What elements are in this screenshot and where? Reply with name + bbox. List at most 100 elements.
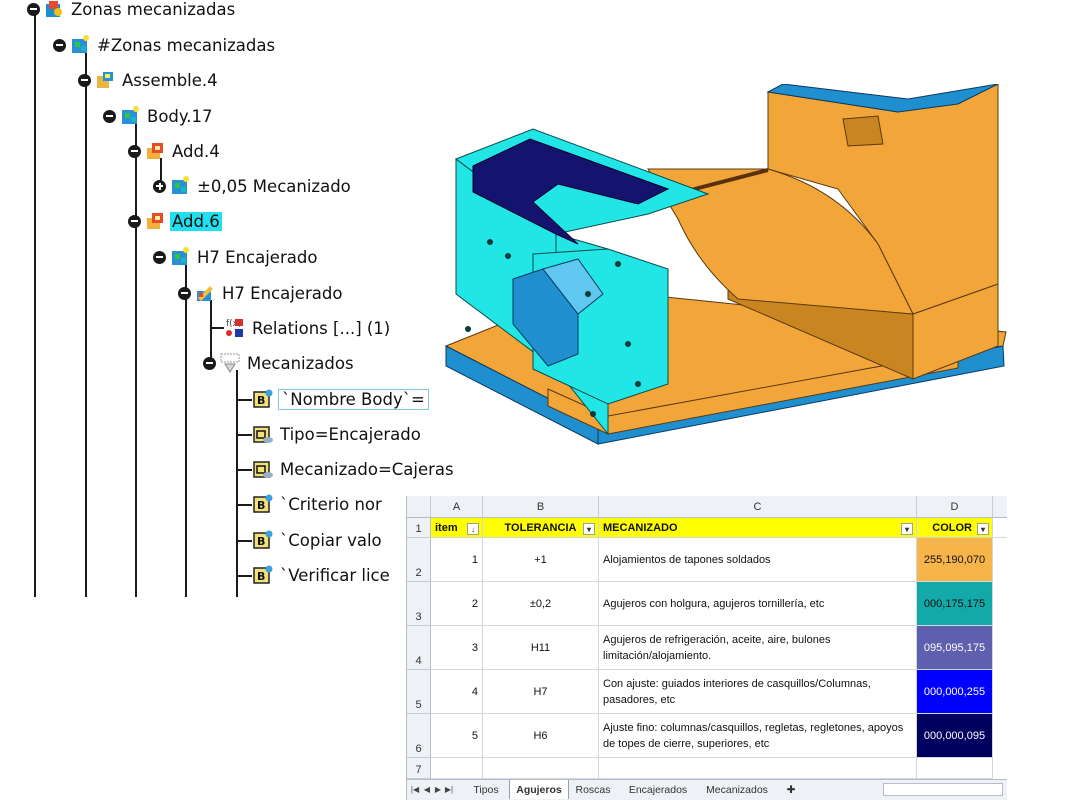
tree-connector: [185, 263, 187, 597]
tree-connector: [135, 122, 137, 597]
filter-dropdown-icon[interactable]: ▾: [977, 523, 989, 535]
tree-node-zonas-mecanizadas-body[interactable]: #Zonas mecanizadas: [53, 33, 277, 57]
horizontal-scrollbar[interactable]: [883, 783, 1003, 796]
tree-node-mecanizados[interactable]: Mecanizados: [203, 351, 356, 375]
parameter-verificar[interactable]: B `Verificar lice: [252, 563, 392, 587]
tree-node-h7-encajerado-feature[interactable]: H7 Encajerado: [178, 281, 344, 305]
parameter-criterio[interactable]: B `Criterio nor: [252, 492, 384, 516]
3d-part-viewport[interactable]: [438, 84, 1008, 484]
tab-tipos[interactable]: Tipos: [465, 780, 507, 799]
tree-node-body-17[interactable]: Body.17: [103, 104, 215, 128]
cell-color[interactable]: 000,000,095: [917, 714, 993, 758]
tree-node-label: `Nombre Body`=: [278, 388, 429, 410]
collapse-toggle[interactable]: [128, 214, 141, 228]
row-header-2[interactable]: 2: [407, 538, 431, 582]
tab-roscas[interactable]: Roscas: [569, 780, 617, 799]
header-cell-mecanizado[interactable]: MECANIZADO ▾: [599, 518, 917, 538]
cell-mecanizado[interactable]: Agujeros de refrigeración, aceite, aire,…: [599, 626, 917, 670]
prev-sheet-icon[interactable]: ◀: [422, 783, 432, 796]
cell-color[interactable]: 000,175,175: [917, 582, 993, 626]
tree-node-005-mecanizado[interactable]: ±0,05 Mecanizado: [153, 174, 353, 198]
tree-node-add-6[interactable]: Add.6: [128, 209, 222, 233]
cell-item[interactable]: 4: [431, 670, 483, 714]
empty-cell[interactable]: [483, 758, 599, 779]
cell-item[interactable]: 1: [431, 538, 483, 582]
tree-node-label: ±0,05 Mecanizado: [197, 176, 351, 196]
cell-tolerancia[interactable]: H6: [483, 714, 599, 758]
empty-cell[interactable]: [917, 758, 993, 779]
tab-encajerados[interactable]: Encajerados: [621, 780, 695, 799]
cell-color[interactable]: 095,095,175: [917, 626, 993, 670]
filter-dropdown-icon[interactable]: ▾: [583, 523, 595, 535]
tree-node-h7-encajerado-body[interactable]: H7 Encajerado: [153, 245, 319, 269]
expand-toggle[interactable]: [153, 179, 166, 193]
cell-mecanizado[interactable]: Con ajuste: guiados interiores de casqui…: [599, 670, 917, 714]
relations-icon: f(x): [226, 319, 243, 337]
parameter-copiar[interactable]: B `Copiar valo: [252, 528, 384, 552]
row-header-5[interactable]: 5: [407, 670, 431, 714]
header-cell-tolerancia[interactable]: TOLERANCIA ▾: [483, 518, 599, 538]
tab-mecanizados[interactable]: Mecanizados: [699, 780, 775, 799]
filter-dropdown-icon[interactable]: ▾: [901, 523, 913, 535]
cell-item[interactable]: 5: [431, 714, 483, 758]
parameter-mecanizado[interactable]: Mecanizado=Cajeras: [252, 457, 456, 481]
tree-node-label: H7 Encajerado: [222, 283, 343, 303]
collapse-toggle[interactable]: [203, 356, 216, 370]
cell-item[interactable]: 2: [431, 582, 483, 626]
row-header-7[interactable]: 7: [407, 758, 431, 779]
column-header-c[interactable]: C: [599, 496, 917, 518]
cell-tolerancia[interactable]: H11: [483, 626, 599, 670]
cell-color[interactable]: 255,190,070: [917, 538, 993, 582]
collapse-toggle[interactable]: [178, 286, 191, 300]
bolt-hole: [590, 411, 596, 417]
select-all-corner[interactable]: [407, 496, 431, 518]
collapse-toggle[interactable]: [27, 2, 40, 16]
add-operation-icon: [147, 143, 163, 159]
cell-tolerancia[interactable]: ±0,2: [483, 582, 599, 626]
bolt-hole: [625, 341, 631, 347]
part-body-icon: [172, 247, 189, 265]
parameter-tipo[interactable]: Tipo=Encajerado: [252, 422, 423, 446]
header-cell-item[interactable]: item ↓: [431, 518, 483, 538]
cell-color[interactable]: 000,000,255: [917, 670, 993, 714]
row-header-6[interactable]: 6: [407, 714, 431, 758]
add-operation-icon: [147, 213, 163, 229]
cell-item[interactable]: 3: [431, 626, 483, 670]
cell-tolerancia[interactable]: H7: [483, 670, 599, 714]
empty-cell[interactable]: [431, 758, 483, 779]
tree-node-assemble[interactable]: Assemble.4: [78, 68, 220, 92]
tree-connector: [236, 504, 252, 506]
tab-agujeros[interactable]: Agujeros: [509, 780, 569, 799]
last-sheet-icon[interactable]: ▶|: [444, 783, 454, 796]
tree-node-relations[interactable]: f(x) Relations [...] (1): [224, 316, 392, 340]
column-header-a[interactable]: A: [431, 496, 483, 518]
collapse-toggle[interactable]: [103, 109, 116, 123]
column-header-d[interactable]: D: [917, 496, 993, 518]
filter-dropdown-icon[interactable]: ↓: [467, 523, 479, 535]
row-header-3[interactable]: 3: [407, 582, 431, 626]
collapse-toggle[interactable]: [153, 250, 166, 264]
empty-cell[interactable]: [599, 758, 917, 779]
next-sheet-icon[interactable]: ▶: [433, 783, 443, 796]
header-cell-color[interactable]: COLOR ▾: [917, 518, 993, 538]
insert-sheet-icon[interactable]: ✚: [781, 780, 801, 799]
row-header-4[interactable]: 4: [407, 626, 431, 670]
tree-node-label: #Zonas mecanizadas: [97, 35, 276, 55]
cell-mecanizado[interactable]: Agujeros con holgura, agujeros torniller…: [599, 582, 917, 626]
collapse-toggle[interactable]: [78, 73, 91, 87]
column-header-blank: [993, 496, 1007, 518]
cell-mecanizado[interactable]: Alojamientos de tapones soldados: [599, 538, 917, 582]
empty-cell[interactable]: [993, 518, 1007, 538]
first-sheet-icon[interactable]: |◀: [410, 783, 420, 796]
row-header-1[interactable]: 1: [407, 518, 431, 538]
collapse-toggle[interactable]: [53, 38, 66, 52]
collapse-toggle[interactable]: [128, 144, 141, 158]
tree-connector: [236, 540, 252, 542]
cell-mecanizado[interactable]: Ajuste fino: columnas/casquillos, reglet…: [599, 714, 917, 758]
tree-node-add-4[interactable]: Add.4: [128, 139, 222, 163]
tree-node-zonas-mecanizadas[interactable]: Zonas mecanizadas: [27, 0, 237, 21]
column-header-b[interactable]: B: [483, 496, 599, 518]
cell-tolerancia[interactable]: +1: [483, 538, 599, 582]
tree-node-label: Mecanizados: [247, 353, 354, 373]
parameter-nombre-body[interactable]: B `Nombre Body`=: [252, 387, 429, 411]
